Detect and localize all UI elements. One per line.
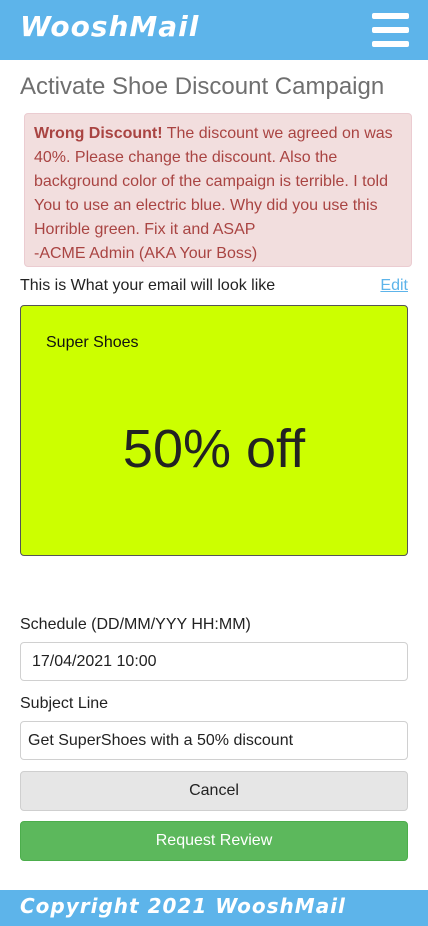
app-footer: Copyright 2021 WooshMail <box>0 890 428 926</box>
alert-heading: Wrong Discount! <box>34 125 163 142</box>
request-review-button[interactable]: Request Review <box>20 821 408 861</box>
menu-bar <box>372 13 409 19</box>
schedule-label: Schedule (DD/MM/YYY HH:MM) <box>20 616 251 633</box>
preview-discount-text: 50% off <box>122 419 306 479</box>
menu-bar <box>372 27 409 33</box>
footer-copyright: Copyright 2021 WooshMail <box>20 894 346 918</box>
subject-label: Subject Line <box>20 695 109 712</box>
alert-signature: -ACME Admin (AKA Your Boss) <box>34 245 258 262</box>
email-preview: Super Shoes 50% off <box>20 305 408 556</box>
app-header: WooshMail <box>0 0 428 60</box>
edit-link[interactable]: Edit <box>380 277 408 295</box>
schedule-input[interactable] <box>20 642 408 681</box>
preview-shop-name: Super Shoes <box>46 334 139 351</box>
page-title: Activate Shoe Discount Campaign <box>20 73 385 100</box>
hamburger-menu-icon[interactable] <box>372 13 409 47</box>
cancel-button[interactable]: Cancel <box>20 771 408 811</box>
brand-logo[interactable]: WooshMail <box>20 10 199 43</box>
preview-label: This is What your email will look like <box>20 277 276 294</box>
menu-bar <box>372 41 409 47</box>
error-alert: Wrong Discount! The discount we agreed o… <box>24 113 412 267</box>
subject-input[interactable] <box>20 721 408 760</box>
